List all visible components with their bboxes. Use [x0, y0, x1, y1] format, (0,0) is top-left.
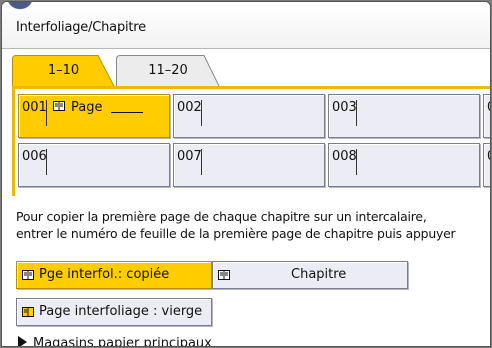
chapter-cell-009[interactable]: 009	[483, 143, 490, 187]
expand-arrow-icon	[18, 336, 27, 346]
chapter-page-grid: 001 Page 002 003 004 0	[12, 86, 490, 196]
page-number-blank	[111, 112, 143, 113]
chapter-button[interactable]: Chapitre	[212, 261, 408, 289]
interleave-chapter-window: Interfoliage/Chapitre 1–10 11–20 001 Pag…	[1, 1, 491, 347]
cell-number: 004	[487, 100, 490, 115]
cell-number: 007	[177, 149, 202, 164]
instruction-text: Pour copier la première page de chaque c…	[16, 208, 456, 242]
cell-number: 006	[22, 149, 47, 164]
chapter-label: Chapitre	[291, 267, 347, 282]
tab-1-10[interactable]: 1–10	[12, 55, 115, 87]
cell-number: 003	[332, 100, 357, 115]
chapter-cell-001[interactable]: 001 Page	[18, 94, 170, 138]
window-title: Interfoliage/Chapitre	[16, 20, 146, 35]
tab-11-20-label: 11–20	[148, 63, 188, 78]
cell-number: 008	[332, 149, 357, 164]
chapter-cell-006[interactable]: 006	[18, 143, 170, 187]
book-icon	[218, 270, 230, 280]
chapter-cell-004[interactable]: 004	[483, 94, 490, 138]
cell-divider	[46, 149, 47, 175]
cell-divider	[356, 149, 357, 175]
chapter-cell-002[interactable]: 002	[173, 94, 325, 138]
chapter-cell-003[interactable]: 003	[328, 94, 480, 138]
main-paper-trays-label: Magasins papier principaux	[33, 336, 212, 347]
tab-1-10-label: 1–10	[47, 63, 80, 78]
interleaf-copied-button[interactable]: Pge interfol.: copiée	[16, 261, 212, 289]
interleaf-copied-label: Pge interfol.: copiée	[39, 267, 170, 282]
tab-11-20[interactable]: 11–20	[116, 55, 220, 87]
cell-number: 002	[177, 100, 202, 115]
instruction-line-1: Pour copier la première page de chaque c…	[16, 209, 427, 224]
book-icon	[53, 101, 65, 111]
cell-divider	[201, 149, 202, 175]
main-paper-trays-link[interactable]: Magasins papier principaux	[18, 336, 212, 347]
chapter-cell-007[interactable]: 007	[173, 143, 325, 187]
cell-number: 009	[487, 149, 490, 164]
interleaf-blank-button[interactable]: Page interfoliage : vierge	[16, 298, 212, 326]
cell-divider	[201, 100, 202, 126]
tab-bar: 1–10 11–20	[12, 55, 490, 87]
instruction-line-2: entrer le numéro de feuille de la premiè…	[16, 226, 456, 241]
cell-divider	[46, 100, 47, 126]
window-corner-decoration	[2, 2, 38, 14]
cell-label: Page	[71, 100, 103, 115]
book-icon	[22, 270, 34, 280]
cell-number: 001	[22, 100, 47, 115]
chapter-cell-008[interactable]: 008	[328, 143, 480, 187]
cell-divider	[356, 100, 357, 126]
interleaf-blank-label: Page interfoliage : vierge	[39, 304, 203, 319]
title-bar: Interfoliage/Chapitre	[2, 2, 490, 49]
blank-interleaf-icon	[22, 307, 34, 317]
